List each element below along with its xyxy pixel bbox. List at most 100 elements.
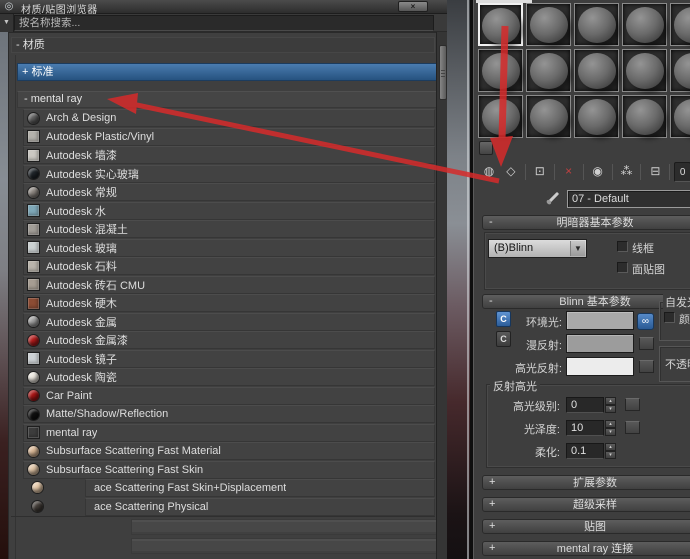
specular-map-button[interactable] <box>639 360 654 373</box>
sample-type-button[interactable] <box>479 141 493 155</box>
material-label: Subsurface Scattering Fast Material <box>46 445 221 457</box>
sample-slot[interactable] <box>622 49 667 92</box>
list-item[interactable]: mental ray <box>9 423 436 443</box>
list-item-cell: Autodesk 金属漆 <box>23 331 435 349</box>
diffuse-map-button[interactable] <box>639 337 654 350</box>
facemap-checkbox[interactable] <box>617 262 628 273</box>
list-item-cell: mental ray <box>23 423 435 442</box>
list-item[interactable]: Autodesk 水 <box>9 201 436 221</box>
spinner-down-icon[interactable]: ▾ <box>605 428 616 436</box>
sample-slot[interactable] <box>574 49 619 92</box>
sample-slot[interactable] <box>622 3 667 46</box>
spinner[interactable]: ▴ ▾ <box>605 420 616 436</box>
scrollbar-thumb[interactable] <box>438 45 447 100</box>
value-field[interactable]: 10 <box>566 420 604 436</box>
lock-icon[interactable]: ∞ <box>637 313 654 330</box>
make-unique-icon[interactable]: ⁂ <box>617 162 637 182</box>
sample-slot[interactable] <box>526 49 571 92</box>
rollout-collapsed[interactable]: + 贴图 <box>482 519 690 534</box>
material-id-channel-button[interactable]: 0 <box>674 161 690 182</box>
value-field[interactable]: 0 <box>566 397 604 413</box>
value-field[interactable]: 0.1 <box>566 443 604 459</box>
specular-swatch[interactable] <box>566 357 634 376</box>
rollout-collapsed[interactable]: + 超级采样 <box>482 497 690 512</box>
material-sphere <box>577 7 616 43</box>
sample-slot[interactable] <box>574 3 619 46</box>
pick-material-button[interactable] <box>544 189 564 207</box>
ambient-swatch[interactable] <box>566 311 634 330</box>
material-sphere <box>529 7 568 43</box>
reset-material-icon[interactable]: × <box>559 162 579 182</box>
sample-slot[interactable] <box>622 95 667 138</box>
list-item[interactable]: Autodesk 陶瓷 <box>9 368 436 387</box>
sample-slot[interactable] <box>670 3 690 46</box>
list-item[interactable]: Autodesk 实心玻璃 <box>9 164 436 184</box>
list-item[interactable]: Subsurface Scattering Fast Skin <box>9 460 436 480</box>
browser-titlebar[interactable]: ◎ 材质/贴图浏览器 × <box>0 0 447 16</box>
empty-row <box>131 538 436 554</box>
list-item-cell: Autodesk 镜子 <box>23 349 435 368</box>
list-item[interactable]: Autodesk 砖石 CMU <box>9 275 436 295</box>
list-item[interactable]: Autodesk 墙漆 <box>9 146 436 165</box>
sample-slot[interactable] <box>526 95 571 138</box>
list-item[interactable]: Autodesk 金属漆 <box>9 331 436 350</box>
list-item[interactable]: Arch & Design <box>9 109 436 128</box>
list-item[interactable]: Autodesk 硬木 <box>9 294 436 313</box>
assign-material-to-selection-icon[interactable]: ⊡ <box>530 162 550 182</box>
sample-slot[interactable] <box>574 95 619 138</box>
material-thumb-icon <box>27 278 40 291</box>
sample-slot[interactable] <box>526 3 571 46</box>
get-material-icon[interactable]: ◍ <box>479 162 499 182</box>
list-item[interactable]: Autodesk 石料 <box>9 257 436 276</box>
list-item[interactable]: Autodesk 混凝土 <box>9 220 436 239</box>
materials-group-header[interactable]: - 材质 <box>11 37 435 53</box>
toolbar-divider <box>669 163 671 180</box>
diffuse-swatch[interactable] <box>566 334 634 353</box>
list-item-standard[interactable]: + 标准 <box>17 63 436 81</box>
selfillum-color-checkbox[interactable] <box>664 312 675 323</box>
rollout-shader-basic[interactable]: - 明暗器基本参数 <box>482 215 690 230</box>
filter-dropdown-icon[interactable]: ▼ <box>0 14 14 32</box>
toolbar-divider <box>640 163 642 180</box>
shader-type-dropdown[interactable]: (B)Blinn ▼ <box>488 239 587 258</box>
spinner[interactable]: ▴ ▾ <box>605 443 616 459</box>
sample-slot[interactable] <box>670 95 690 138</box>
spinner-up-icon[interactable]: ▴ <box>605 397 616 405</box>
list-item[interactable]: Autodesk 镜子 <box>9 349 436 369</box>
wireframe-checkbox[interactable] <box>617 241 628 252</box>
list-item[interactable]: Autodesk 玻璃 <box>9 238 436 258</box>
list-item[interactable]: Car Paint <box>9 386 436 406</box>
sample-slot[interactable] <box>670 49 690 92</box>
list-item[interactable]: ace Scattering Physical <box>9 497 436 517</box>
list-item[interactable]: Autodesk Plastic/Vinyl <box>9 127 436 147</box>
spinner-down-icon[interactable]: ▾ <box>605 405 616 413</box>
list-item-cell: Autodesk 水 <box>23 201 435 220</box>
list-item[interactable]: Autodesk 常规 <box>9 183 436 202</box>
make-material-copy-icon[interactable]: ◉ <box>588 162 608 182</box>
spinner-down-icon[interactable]: ▾ <box>605 451 616 459</box>
material-name-dropdown[interactable] <box>567 190 690 208</box>
search-input[interactable] <box>14 15 434 31</box>
mentalray-group-header[interactable]: - mental ray <box>17 91 436 108</box>
spinner[interactable]: ▴ ▾ <box>605 397 616 413</box>
map-button[interactable] <box>625 421 640 434</box>
spinner-up-icon[interactable]: ▴ <box>605 420 616 428</box>
sample-slot[interactable] <box>478 49 523 92</box>
list-item[interactable]: Autodesk 金属 <box>9 312 436 332</box>
list-item[interactable]: ace Scattering Fast Skin+Displacement <box>9 479 436 498</box>
material-thumb-icon <box>27 241 40 254</box>
rollout-collapsed[interactable]: + mental ray 连接 <box>482 541 690 556</box>
sample-slot[interactable] <box>478 3 523 46</box>
list-item[interactable]: Subsurface Scattering Fast Material <box>9 442 436 461</box>
put-to-library-icon[interactable]: ⊟ <box>645 162 665 182</box>
map-button[interactable] <box>625 398 640 411</box>
put-material-to-scene-icon[interactable]: ◇ <box>501 162 521 182</box>
list-scrollbar[interactable] <box>436 32 447 559</box>
spinner-up-icon[interactable]: ▴ <box>605 443 616 451</box>
material-sphere <box>481 8 520 44</box>
sample-slot[interactable] <box>478 95 523 138</box>
close-button[interactable]: × <box>398 1 428 12</box>
list-item[interactable]: Matte/Shadow/Reflection <box>9 405 436 424</box>
rollout-collapsed[interactable]: + 扩展参数 <box>482 475 690 490</box>
material-label: Autodesk 墙漆 <box>46 150 117 162</box>
